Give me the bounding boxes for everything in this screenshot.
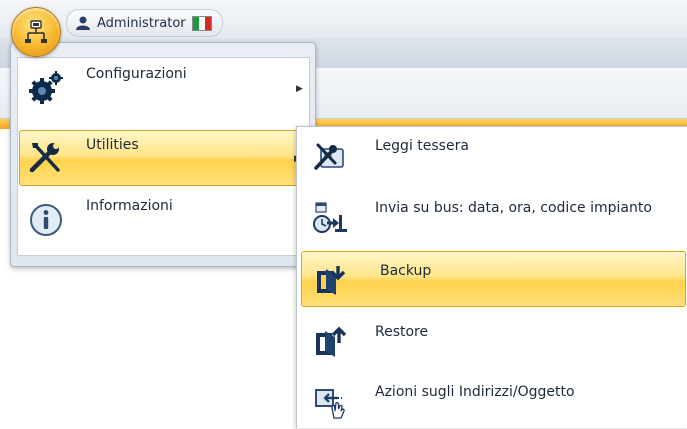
submenu-item-leggi-tessera[interactable]: Leggi tessera bbox=[297, 127, 687, 183]
submenu-item-azioni-indirizzi[interactable]: Azioni sugli Indirizzi/Oggetto bbox=[297, 373, 687, 429]
address-actions-icon bbox=[315, 389, 345, 419]
restore-icon bbox=[316, 326, 347, 357]
user-icon bbox=[76, 16, 90, 30]
submenu-item-label: Invia su bus: data, ora, codice impianto bbox=[375, 200, 652, 216]
submenu-item-label: Leggi tessera bbox=[375, 138, 469, 154]
info-icon bbox=[30, 204, 62, 236]
send-datetime-icon bbox=[313, 202, 347, 233]
application-menu-button[interactable] bbox=[11, 7, 61, 57]
menu-item-configurazioni[interactable]: Configurazioni ▶ bbox=[20, 60, 306, 116]
application-menu: Configurazioni ▶ Utilities ▶ Informazion… bbox=[10, 42, 316, 267]
submenu-item-backup[interactable]: Backup bbox=[301, 251, 686, 307]
utilities-submenu: Leggi tessera Invia su bus: data, ora, c… bbox=[296, 126, 687, 428]
backup-icon bbox=[317, 266, 346, 295]
submenu-item-invia-su-bus[interactable]: Invia su bus: data, ora, codice impianto bbox=[297, 189, 687, 245]
menu-item-utilities[interactable]: Utilities ▶ bbox=[19, 130, 309, 186]
gears-icon bbox=[29, 71, 63, 104]
menu-item-label: Utilities bbox=[86, 137, 139, 153]
menu-item-informazioni[interactable]: Informazioni bbox=[20, 192, 306, 248]
tools-icon bbox=[29, 143, 60, 173]
user-indicator[interactable]: Administrator bbox=[66, 9, 223, 37]
menu-item-label: Configurazioni bbox=[86, 66, 187, 82]
submenu-item-label: Restore bbox=[375, 324, 429, 340]
submenu-item-label: Azioni sugli Indirizzi/Oggetto bbox=[375, 384, 575, 400]
user-name: Administrator bbox=[97, 15, 186, 31]
network-icon bbox=[25, 20, 47, 43]
menu-item-label: Informazioni bbox=[86, 198, 173, 214]
italian-flag-icon bbox=[191, 15, 212, 31]
submenu-item-label: Backup bbox=[380, 263, 432, 279]
submenu-arrow-icon: ▶ bbox=[296, 84, 303, 94]
read-card-icon bbox=[314, 143, 344, 170]
submenu-item-restore[interactable]: Restore bbox=[297, 313, 687, 369]
application-menu-items: Configurazioni ▶ Utilities ▶ Informazion… bbox=[17, 57, 310, 256]
